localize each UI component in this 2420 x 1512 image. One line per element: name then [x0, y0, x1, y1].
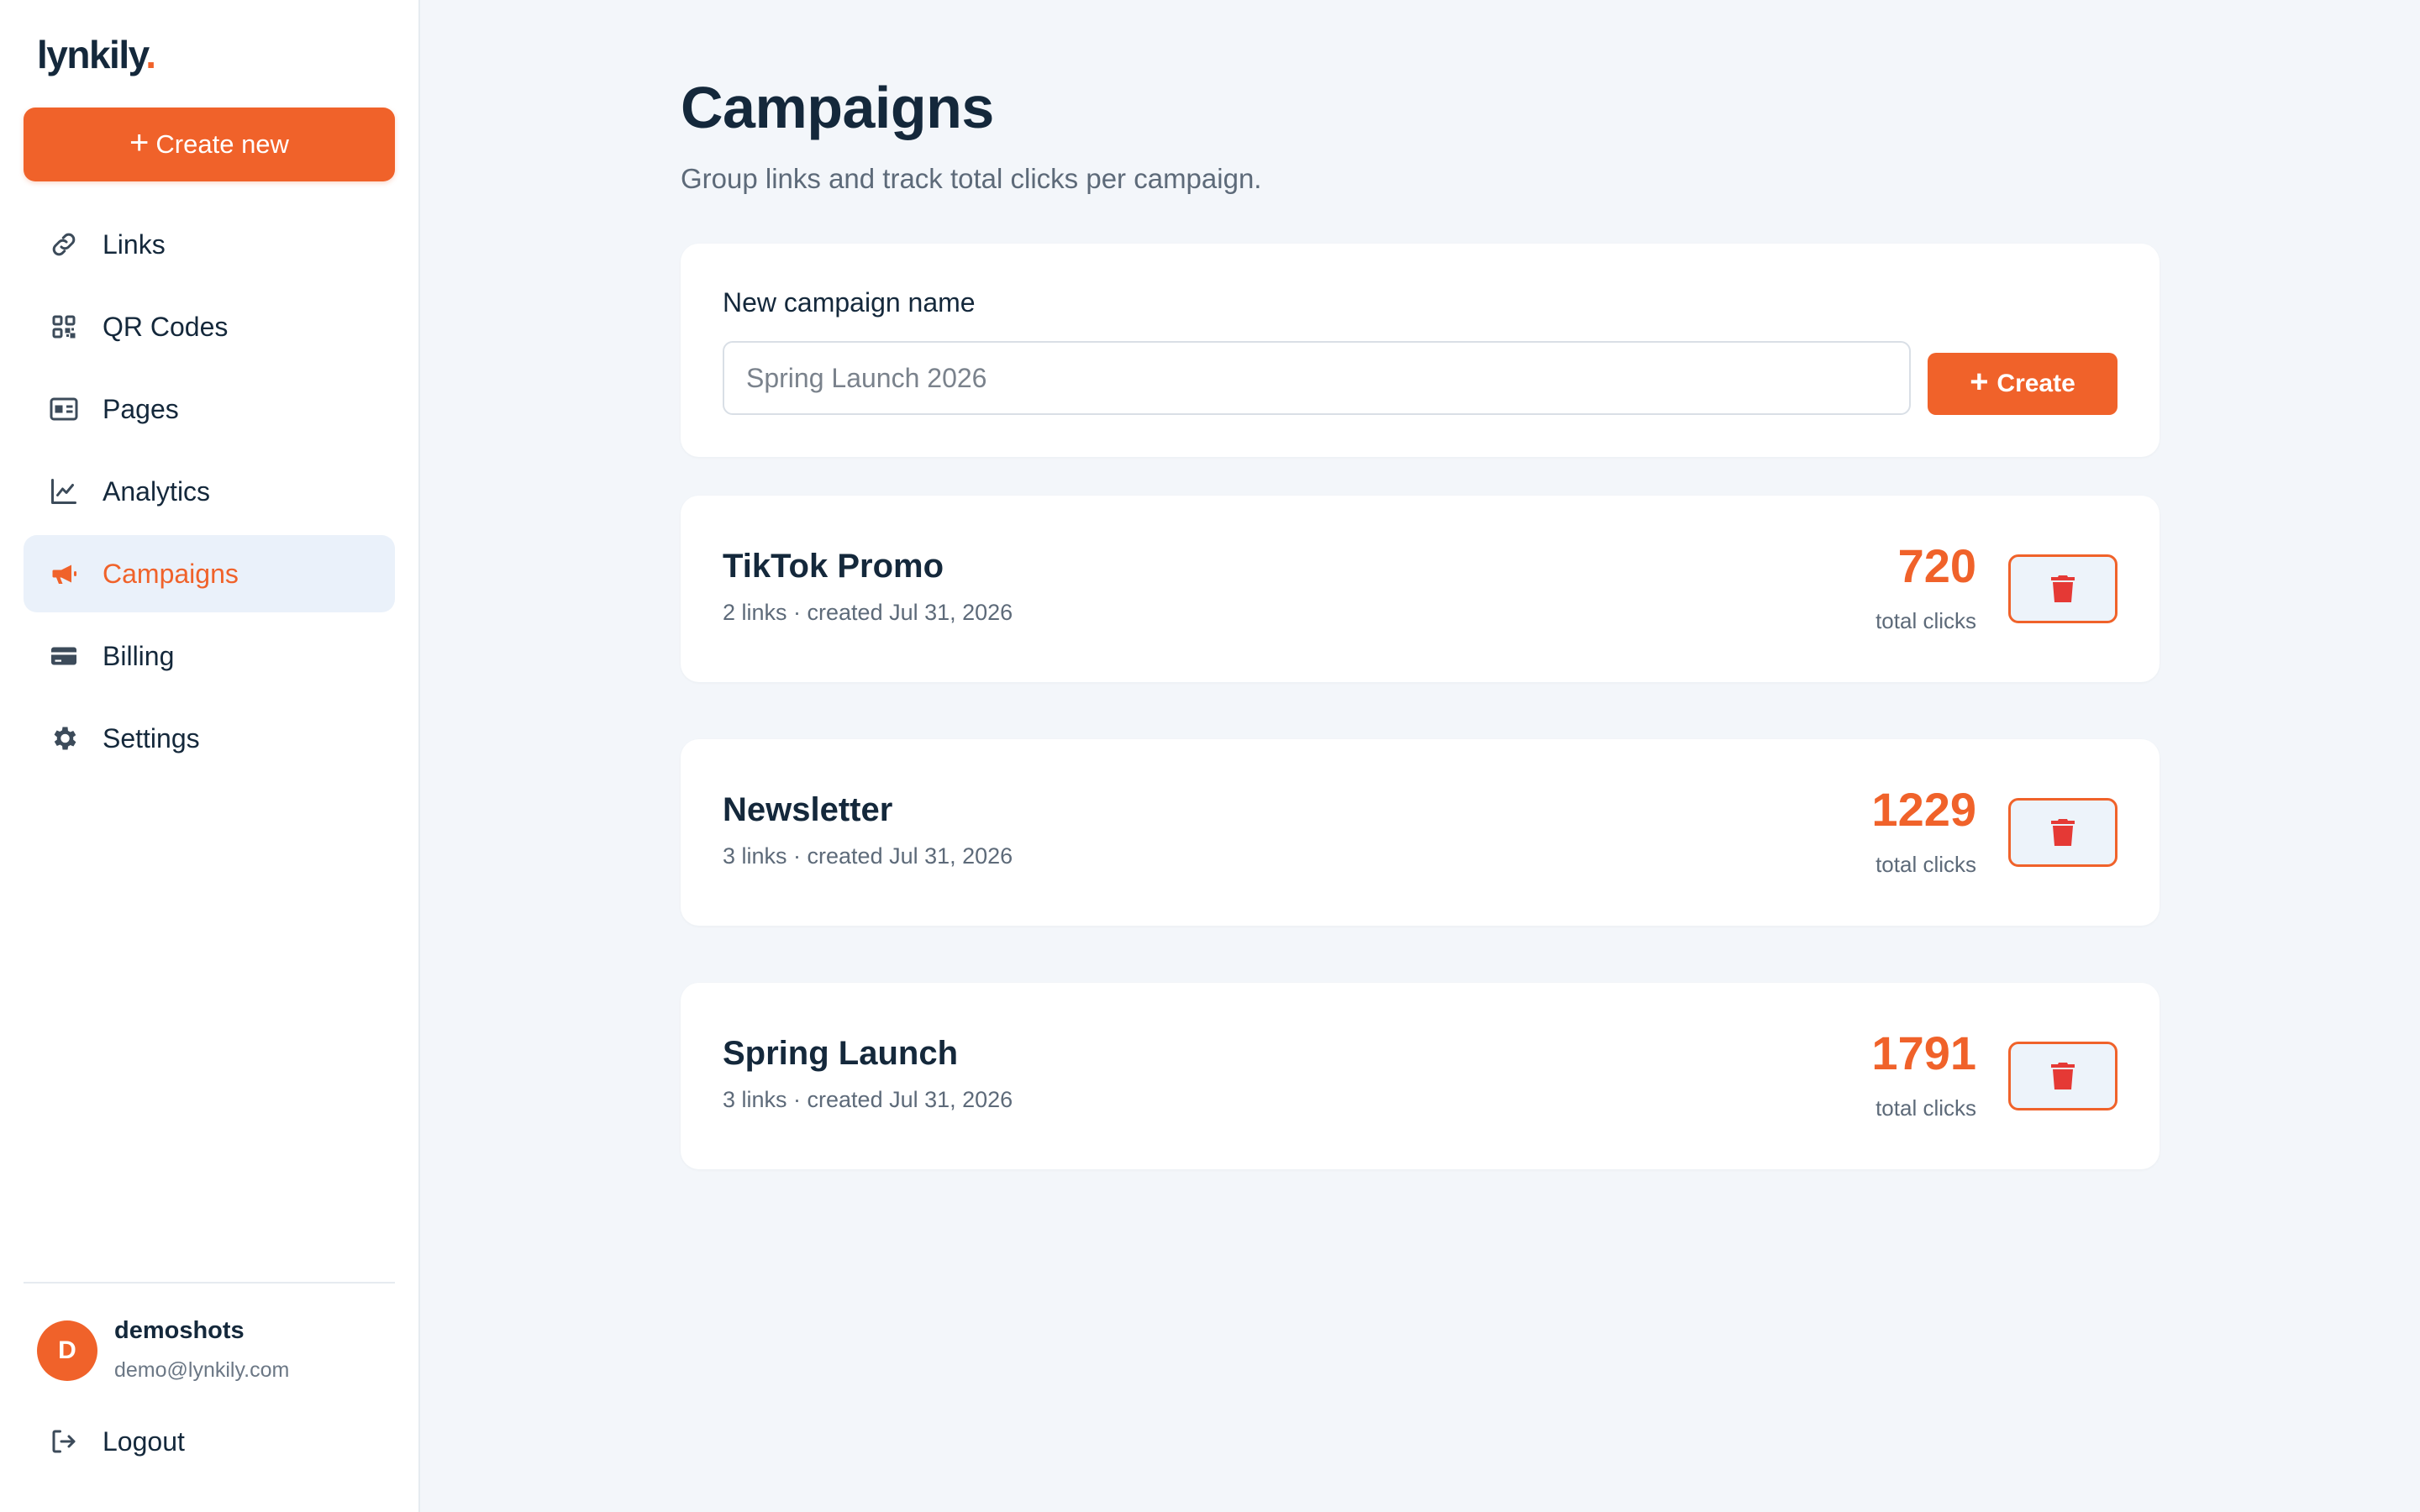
total-clicks-value: 1791: [1871, 1026, 1976, 1079]
sidebar-item-campaigns[interactable]: Campaigns: [24, 535, 395, 612]
sidebar-item-links[interactable]: Links: [24, 206, 395, 283]
avatar: D: [37, 1320, 97, 1381]
sidebar-item-settings[interactable]: Settings: [24, 700, 395, 777]
campaign-card[interactable]: Spring Launch 3 links · created Jul 31, …: [681, 983, 2160, 1169]
create-new-label: Create new: [155, 129, 289, 159]
campaign-meta: 3 links · created Jul 31, 2026: [723, 843, 1013, 869]
sidebar-item-label: Campaigns: [103, 558, 239, 589]
user-profile[interactable]: D demoshots demo@lynkily.com: [37, 1310, 289, 1383]
sidebar-item-label: Links: [103, 228, 166, 260]
delete-campaign-button[interactable]: [2008, 554, 2118, 623]
campaign-meta: 3 links · created Jul 31, 2026: [723, 1087, 1013, 1112]
campaign-name-input[interactable]: [723, 341, 1911, 415]
trash-icon: [2051, 819, 2075, 846]
logout-button[interactable]: Logout: [47, 1408, 185, 1475]
campaign-stats: 1791 total clicks: [1871, 1030, 1976, 1121]
sidebar-item-label: Billing: [103, 640, 175, 671]
campaign-card[interactable]: Newsletter 3 links · created Jul 31, 202…: [681, 739, 2160, 926]
sidebar-item-analytics[interactable]: Analytics: [24, 453, 395, 530]
sidebar: lynkily. + Create new Links QR Codes Pag…: [0, 0, 420, 1512]
campaign-card[interactable]: TikTok Promo 2 links · created Jul 31, 2…: [681, 496, 2160, 682]
brand-name: lynkily: [37, 33, 147, 76]
create-new-button[interactable]: + Create new: [24, 108, 395, 181]
total-clicks-value: 1229: [1871, 783, 1976, 836]
delete-campaign-button[interactable]: [2008, 798, 2118, 867]
sidebar-item-pages[interactable]: Pages: [24, 370, 395, 448]
sidebar-item-qr-codes[interactable]: QR Codes: [24, 288, 395, 365]
megaphone-icon: [47, 557, 81, 591]
delete-campaign-button[interactable]: [2008, 1042, 2118, 1110]
credit-card-icon: [47, 639, 81, 673]
qr-code-icon: [47, 310, 81, 344]
line-chart-icon: [47, 475, 81, 508]
create-campaign-label: Create: [1996, 370, 2075, 397]
campaign-stats: 720 total clicks: [1876, 543, 1976, 634]
user-name: demoshots: [114, 1317, 245, 1344]
trash-icon: [2051, 575, 2075, 602]
sidebar-divider: [24, 1282, 395, 1284]
campaign-name: TikTok Promo: [723, 548, 944, 585]
gear-icon: [47, 722, 81, 755]
total-clicks-label: total clicks: [1876, 1095, 1976, 1121]
total-clicks-value: 720: [1897, 539, 1976, 592]
create-campaign-button[interactable]: + Create: [1928, 353, 2118, 415]
sidebar-item-billing[interactable]: Billing: [24, 617, 395, 695]
plus-icon: +: [129, 124, 150, 161]
id-card-icon: [47, 392, 81, 426]
page-subtitle: Group links and track total clicks per c…: [681, 163, 1262, 194]
campaign-stats: 1229 total clicks: [1871, 786, 1976, 878]
logout-label: Logout: [103, 1425, 185, 1457]
page-title: Campaigns: [681, 75, 994, 140]
campaign-meta: 2 links · created Jul 31, 2026: [723, 600, 1013, 625]
sidebar-item-label: Analytics: [103, 475, 211, 507]
total-clicks-label: total clicks: [1876, 852, 1976, 877]
campaign-name: Newsletter: [723, 791, 893, 828]
plus-icon: +: [1970, 365, 1989, 400]
sidebar-nav: Links QR Codes Pages Analytics Campaigns: [24, 206, 395, 782]
sidebar-item-label: Pages: [103, 393, 179, 424]
new-campaign-card: New campaign name + Create: [681, 244, 2160, 457]
logout-icon: [47, 1425, 81, 1458]
brand-dot: .: [145, 33, 156, 76]
total-clicks-label: total clicks: [1876, 608, 1976, 633]
campaign-name: Spring Launch: [723, 1035, 958, 1072]
user-email: demo@lynkily.com: [114, 1358, 290, 1382]
sidebar-item-label: QR Codes: [103, 311, 229, 342]
sidebar-item-label: Settings: [103, 722, 200, 753]
brand-logo[interactable]: lynkily.: [37, 32, 156, 77]
trash-icon: [2051, 1063, 2075, 1089]
link-icon: [47, 228, 81, 261]
campaign-name-label: New campaign name: [723, 287, 976, 318]
